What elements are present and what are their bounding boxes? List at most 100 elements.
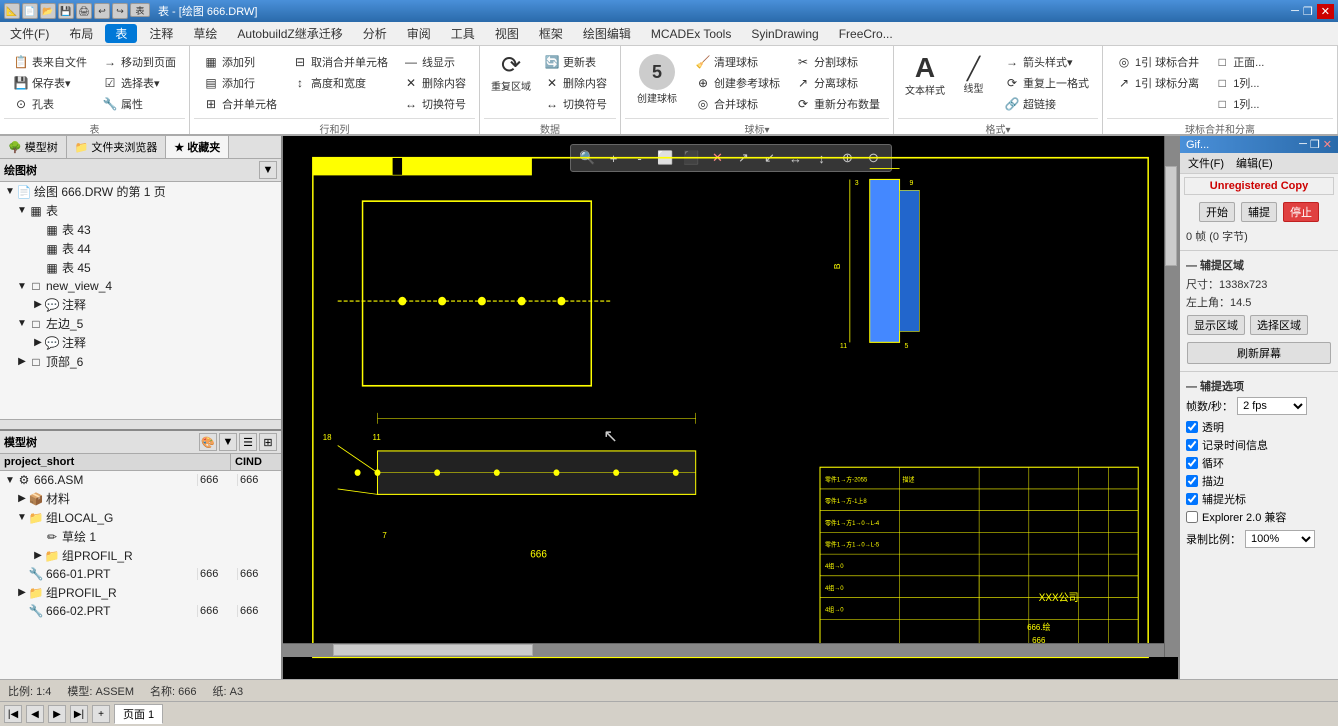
tree-top6-expand[interactable]: ▶ bbox=[16, 356, 28, 367]
tab-favorites[interactable]: ★ 收藏夹 bbox=[166, 136, 229, 158]
tree-table-expand[interactable]: ▼ bbox=[16, 205, 28, 216]
close-btn[interactable]: ✕ bbox=[1317, 4, 1334, 19]
btn-col1[interactable]: □ 1列... bbox=[1209, 73, 1269, 93]
btn-repeat-format[interactable]: ⟳ 重复上一格式 bbox=[999, 73, 1094, 93]
menu-syindrawing[interactable]: SyinDrawing bbox=[741, 22, 828, 45]
btn-select-region[interactable]: 选择区域 bbox=[1250, 315, 1308, 335]
model-tree-filter-icon[interactable]: ▼ bbox=[219, 433, 237, 451]
tree-row-666asm[interactable]: ▼ ⚙ 666.ASM 666 666 bbox=[0, 471, 281, 489]
right-restore-btn[interactable]: ❒ bbox=[1310, 138, 1320, 151]
menu-table[interactable]: 表 bbox=[105, 24, 137, 43]
btn-arrow-style[interactable]: → 箭头样式▾ bbox=[999, 52, 1094, 72]
btn-hyperlink[interactable]: 🔗 超链接 bbox=[999, 94, 1094, 114]
tree-item-table43[interactable]: ▦ 表 43 bbox=[0, 220, 281, 239]
menu-drawing-edit[interactable]: 绘图编辑 bbox=[573, 22, 641, 45]
drawing-tree-filter-icon[interactable]: ▼ bbox=[259, 161, 277, 179]
btn-detach-balloon[interactable]: ↗ 分离球标 bbox=[790, 73, 885, 93]
tree-view4-expand[interactable]: ▼ bbox=[16, 281, 28, 292]
btn-capture[interactable]: 辅提 bbox=[1241, 202, 1277, 222]
btn-start[interactable]: 开始 bbox=[1199, 202, 1235, 222]
btn-show-region[interactable]: 显示区域 bbox=[1187, 315, 1245, 335]
btn-clean-balloon[interactable]: 🧹 清理球标 bbox=[690, 52, 785, 72]
tree-root-expand[interactable]: ▼ bbox=[4, 186, 16, 197]
more-tools[interactable]: 表 bbox=[130, 3, 150, 17]
btn-toggle-symbol[interactable]: ↔ 切换符号 bbox=[398, 94, 471, 114]
tree-row-666-02[interactable]: 🔧 666-02.PRT 666 666 bbox=[0, 602, 281, 620]
tree-annotation1-expand[interactable]: ▶ bbox=[32, 299, 44, 310]
btn-toggle-symbol2[interactable]: ↔ 切换符号 bbox=[539, 94, 612, 114]
tree-item-new-view4[interactable]: ▼ □ new_view_4 bbox=[0, 277, 281, 295]
page-next-btn[interactable]: ▶ bbox=[48, 705, 66, 723]
tree-row-sketch1[interactable]: ✏ 草绘 1 bbox=[0, 527, 281, 546]
canvas-hscroll-thumb[interactable] bbox=[333, 644, 533, 656]
right-close-btn[interactable]: ✕ bbox=[1323, 138, 1332, 151]
menu-file[interactable]: 文件(F) bbox=[0, 22, 59, 45]
btn-height-width[interactable]: ↕ 高度和宽度 bbox=[287, 73, 393, 93]
btn-split-balloon[interactable]: ✂ 分割球标 bbox=[790, 52, 885, 72]
checkbox-cursor-input[interactable] bbox=[1186, 493, 1198, 505]
drawing-tree-scrollbar[interactable] bbox=[0, 419, 281, 429]
btn-add-row[interactable]: ▤ 添加行 bbox=[198, 73, 282, 93]
tab-model-tree[interactable]: 🌳 模型树 bbox=[0, 136, 67, 158]
restore-btn[interactable]: ❒ bbox=[1303, 5, 1313, 18]
btn-unmerge-cells[interactable]: ⊟ 取消合并单元格 bbox=[287, 52, 393, 72]
menu-view[interactable]: 视图 bbox=[485, 22, 529, 45]
tree-item-top6[interactable]: ▶ □ 顶部_6 bbox=[0, 352, 281, 371]
btn-delete-content[interactable]: ✕ 删除内容 bbox=[398, 73, 471, 93]
model-tree-cols-icon[interactable]: ⊞ bbox=[259, 433, 277, 451]
tree-666asm-expand[interactable]: ▼ bbox=[4, 475, 16, 486]
tree-row-profilr1[interactable]: ▶ 📁 组PROFIL_R bbox=[0, 546, 281, 565]
btn-add-col[interactable]: ▦ 添加列 bbox=[198, 52, 282, 72]
checkbox-transparent-input[interactable] bbox=[1186, 421, 1198, 433]
menu-freecro[interactable]: FreeCrо... bbox=[829, 22, 903, 45]
tree-item-table[interactable]: ▼ ▦ 表 bbox=[0, 201, 281, 220]
canvas-hscrollbar[interactable] bbox=[283, 643, 1178, 657]
btn-create-balloon[interactable]: 5 创建球标 bbox=[627, 50, 687, 116]
new-icon[interactable]: 📄 bbox=[22, 3, 38, 19]
btn-merge-cells[interactable]: ⊞ 合并单元格 bbox=[198, 94, 282, 114]
btn-col2[interactable]: □ 1列... bbox=[1209, 94, 1269, 114]
tree-profilr1-expand[interactable]: ▶ bbox=[32, 550, 44, 561]
canvas-vscroll-thumb[interactable] bbox=[1165, 166, 1177, 266]
tree-item-left5[interactable]: ▼ □ 左边_5 bbox=[0, 314, 281, 333]
btn-move-to-page[interactable]: → 移动到页面 bbox=[97, 52, 181, 72]
btn-line-display[interactable]: — 线显示 bbox=[398, 52, 471, 72]
menu-layout[interactable]: 布局 bbox=[59, 22, 103, 45]
btn-select-table[interactable]: ☑ 选择表▾ bbox=[97, 73, 181, 93]
right-minimize-btn[interactable]: ─ bbox=[1299, 138, 1307, 151]
btn-balloon-detach2[interactable]: ↗ 1引 球标分离 bbox=[1111, 73, 1204, 93]
undo-icon[interactable]: ↩ bbox=[94, 3, 110, 19]
checkbox-border-input[interactable] bbox=[1186, 475, 1198, 487]
menu-sketch[interactable]: 草绘 bbox=[183, 22, 227, 45]
menu-autobuildz[interactable]: AutobuildZ继承迁移 bbox=[227, 22, 352, 45]
page-add-btn[interactable]: + bbox=[92, 705, 110, 723]
save-icon[interactable]: 💾 bbox=[58, 3, 74, 19]
right-menu-file[interactable]: 文件(F) bbox=[1184, 154, 1228, 172]
tree-row-profilr2[interactable]: ▶ 📁 组PROFIL_R bbox=[0, 583, 281, 602]
tree-item-annotation2[interactable]: ▶ 💬 注释 bbox=[0, 333, 281, 352]
menu-review[interactable]: 审阅 bbox=[397, 22, 441, 45]
tree-profilr2-expand[interactable]: ▶ bbox=[16, 587, 28, 598]
canvas-vscrollbar[interactable] bbox=[1164, 136, 1178, 657]
tree-annotation2-expand[interactable]: ▶ bbox=[32, 337, 44, 348]
redo-icon[interactable]: ↪ bbox=[112, 3, 128, 19]
fps-select[interactable]: 2 fps 5 fps 10 fps bbox=[1237, 397, 1307, 415]
menu-annotation[interactable]: 注释 bbox=[139, 22, 183, 45]
btn-table-from-file[interactable]: 📋 表来自文件 bbox=[8, 52, 92, 72]
btn-text-style[interactable]: A 文本样式 bbox=[900, 50, 950, 116]
menu-frame[interactable]: 框架 bbox=[529, 22, 573, 45]
menu-mcadex[interactable]: MCADEx Tools bbox=[641, 22, 741, 45]
tree-row-material[interactable]: ▶ 📦 材料 bbox=[0, 489, 281, 508]
btn-hole-table[interactable]: ⊙ 孔表 bbox=[8, 94, 92, 114]
tree-root[interactable]: ▼ 📄 绘图 666.DRW 的第 1 页 bbox=[0, 182, 281, 201]
btn-save-table[interactable]: 💾 保存表▾ bbox=[8, 73, 92, 93]
btn-stop[interactable]: 停止 bbox=[1283, 202, 1319, 222]
page-tab-1[interactable]: 页面 1 bbox=[114, 704, 163, 724]
tree-material-expand[interactable]: ▶ bbox=[16, 493, 28, 504]
print-icon[interactable]: 🖨 bbox=[76, 3, 92, 19]
btn-balloon-merge2[interactable]: ◎ 1引 球标合井 bbox=[1111, 52, 1204, 72]
tree-row-666-01[interactable]: 🔧 666-01.PRT 666 666 bbox=[0, 565, 281, 583]
btn-delete-content2[interactable]: ✕ 删除内容 bbox=[539, 73, 612, 93]
page-last-btn[interactable]: ▶| bbox=[70, 705, 88, 723]
checkbox-explorer-input[interactable] bbox=[1186, 511, 1198, 523]
